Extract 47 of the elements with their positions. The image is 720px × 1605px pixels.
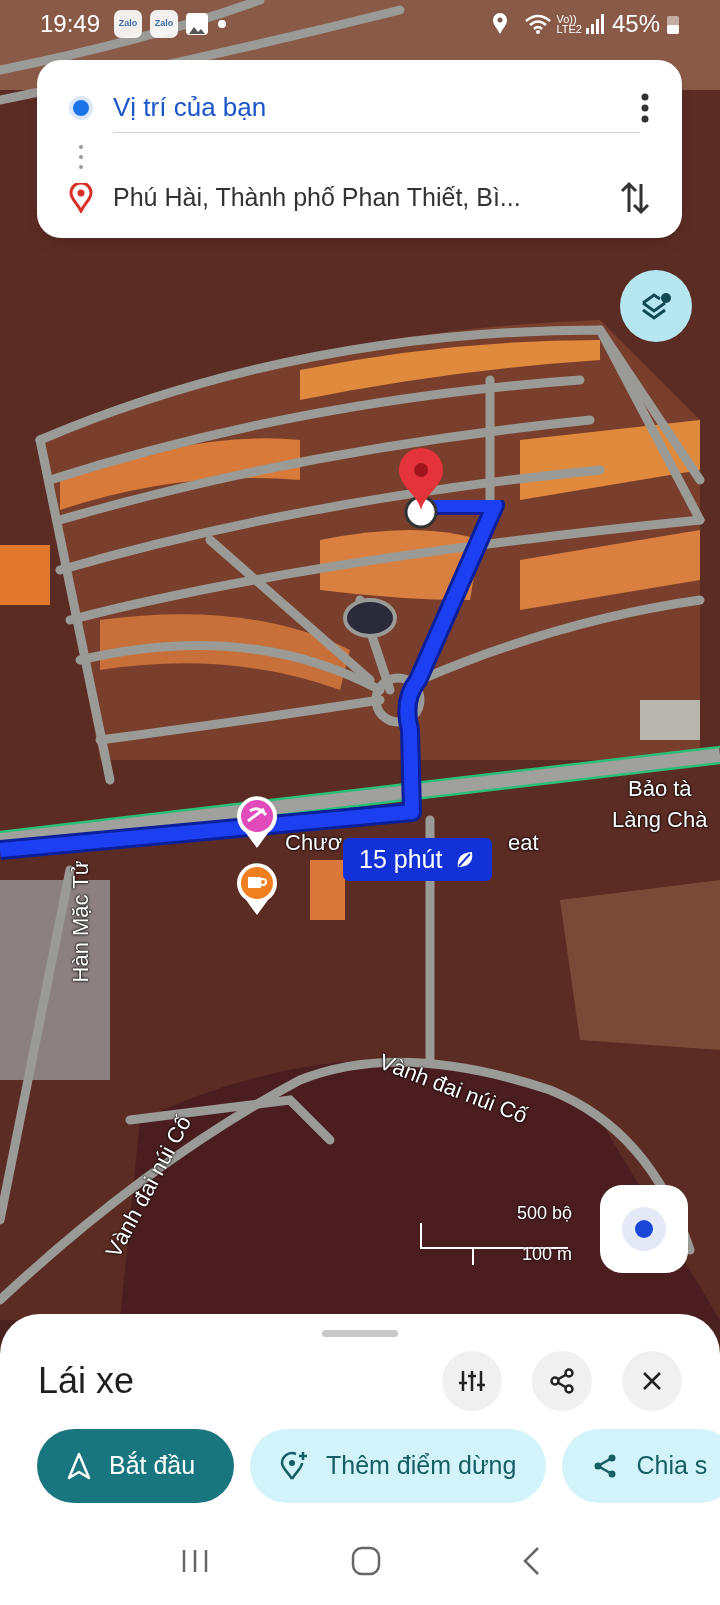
home-icon[interactable] <box>351 1546 381 1576</box>
building-drawing <box>640 700 700 740</box>
network-label: LTE2 <box>556 24 582 34</box>
close-icon <box>642 1371 662 1391</box>
image-notification-icon <box>186 13 209 35</box>
location-icon <box>492 13 509 35</box>
share-icon <box>549 1368 575 1394</box>
scale-label: 500 bộ <box>516 1202 572 1225</box>
signal-icon <box>585 14 604 34</box>
add-pin-icon <box>280 1451 308 1481</box>
more-options-icon[interactable] <box>640 93 650 123</box>
location-pin-icon <box>69 183 93 213</box>
map-label: Vành đai núi Cố <box>374 1047 532 1131</box>
layers-icon <box>639 290 673 322</box>
wifi-icon <box>524 13 553 35</box>
add-stop-button[interactable]: Thêm điểm dừng <box>250 1429 547 1503</box>
map-label: Bảo tà <box>628 775 692 803</box>
roundabout-drawing <box>371 673 425 727</box>
sheet-title: Lái xe <box>38 1359 136 1403</box>
drag-handle[interactable] <box>322 1330 398 1337</box>
connector-dots-icon <box>79 144 83 170</box>
origin-field[interactable]: Vị trí của bạn <box>113 83 640 133</box>
back-icon[interactable] <box>521 1546 540 1576</box>
navigation-arrow-icon <box>67 1452 91 1480</box>
sliders-icon <box>459 1369 485 1393</box>
umbrella-marker-icon <box>236 795 278 849</box>
my-location-icon <box>622 1207 666 1251</box>
clock: 19:49 <box>40 9 101 39</box>
destination-field[interactable]: Phú Hài, Thành phố Phan Thiết, Bì... <box>113 179 620 217</box>
start-button[interactable]: Bắt đầu <box>37 1429 234 1503</box>
destination-pin-icon <box>397 448 445 530</box>
swap-icon[interactable] <box>620 180 650 216</box>
map-label: Hàn Mặc Tử <box>67 860 95 983</box>
route-duration-badge: 15 phút <box>343 838 493 881</box>
battery-icon <box>666 13 680 35</box>
map-label: Làng Chà <box>612 806 708 834</box>
map-label: eat <box>508 829 539 857</box>
app-notification-icon: Zalo <box>150 10 179 38</box>
cafe-marker-icon <box>236 862 278 916</box>
scale-label: 100 m <box>521 1243 572 1266</box>
battery-level: 45% <box>611 9 660 39</box>
share-chip[interactable]: Chia s <box>562 1429 720 1503</box>
my-location-button[interactable] <box>600 1185 688 1273</box>
map-label: Chươ <box>285 829 343 857</box>
app-notification-icon: Zalo <box>114 10 143 38</box>
map-label: Vành đai núi Cố <box>99 1110 198 1264</box>
network-label: Vo)) <box>556 14 578 24</box>
